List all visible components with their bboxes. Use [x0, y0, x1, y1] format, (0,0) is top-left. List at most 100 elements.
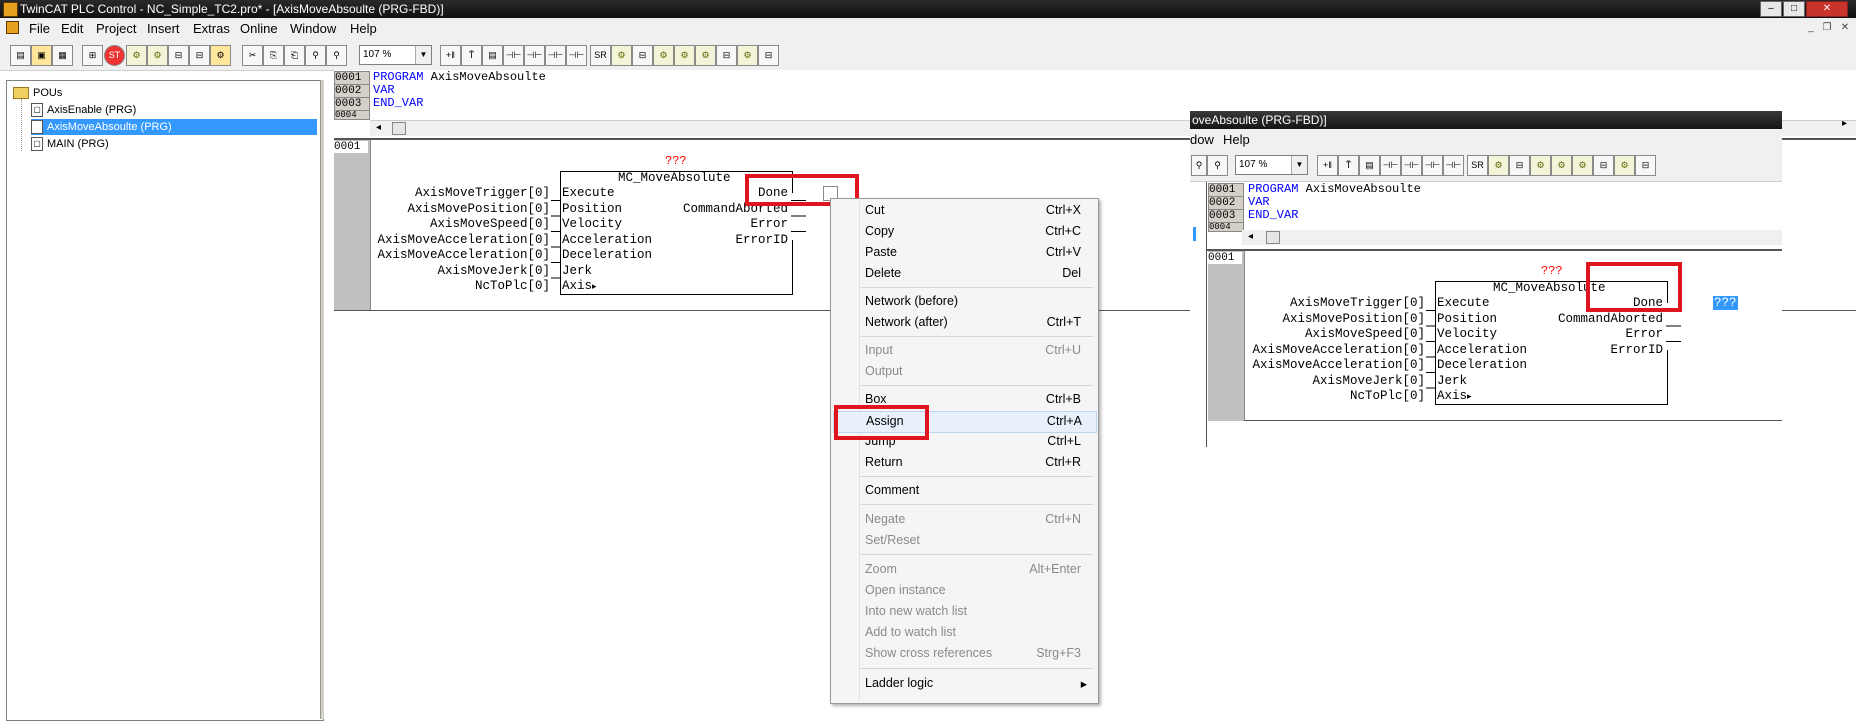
new-file-icon[interactable]: ▤: [10, 45, 31, 66]
menu-help[interactable]: Help: [350, 21, 377, 36]
inset-scroll-right-icon[interactable]: ▸: [1842, 118, 1847, 129]
toolbar-tool-icon[interactable]: ⊟: [758, 45, 779, 66]
instance-name[interactable]: ???: [1541, 264, 1563, 278]
menu-item-network-before[interactable]: Network (before): [833, 292, 1095, 312]
toolbar-tool-icon[interactable]: ⊟: [716, 45, 737, 66]
tree-item-axisenable[interactable]: ▢ AxisEnable (PRG): [31, 102, 317, 118]
toolbar-tool-icon[interactable]: ⚙: [653, 45, 674, 66]
toolbar-tool-icon[interactable]: ⚙: [674, 45, 695, 66]
insert-negated-coil-icon[interactable]: ⊣⊢: [1443, 155, 1464, 176]
save-icon[interactable]: ▦: [52, 45, 73, 66]
menu-item-show-cross-references[interactable]: Show cross references Strg+F3: [833, 644, 1095, 664]
input-var[interactable]: AxisMoveJerk[0]: [1235, 374, 1425, 390]
toolbar-tool-icon[interactable]: ⚙: [737, 45, 758, 66]
menu-window[interactable]: Window: [290, 21, 336, 36]
logout-icon[interactable]: ⚙: [147, 45, 168, 66]
toolbar-tool-icon[interactable]: ⚲: [1207, 155, 1228, 176]
input-var[interactable]: AxisMovePosition[0]: [360, 202, 550, 218]
insert-label-icon[interactable]: T̄: [1338, 155, 1359, 176]
toolbar-tool-icon[interactable]: ⚙: [1530, 155, 1551, 176]
mdi-minimize-button[interactable]: _: [1804, 22, 1818, 35]
stop-icon[interactable]: ST: [104, 45, 125, 66]
menu-project[interactable]: Project: [96, 21, 136, 36]
step-icon[interactable]: ⊟: [189, 45, 210, 66]
assigned-output[interactable]: ???: [1713, 296, 1738, 310]
tree-item-main[interactable]: ▢ MAIN (PRG): [31, 136, 109, 152]
insert-coil-icon[interactable]: ⊣⊢: [1422, 155, 1443, 176]
toolbar-tool-icon[interactable]: ⊟: [1509, 155, 1530, 176]
input-var[interactable]: AxisMoveSpeed[0]: [360, 217, 550, 233]
insert-box-icon[interactable]: ▤: [482, 45, 503, 66]
open-file-icon[interactable]: ▣: [31, 45, 52, 66]
menu-item-return[interactable]: Return Ctrl+R: [833, 453, 1095, 473]
menu-extras[interactable]: Extras: [193, 21, 230, 36]
scroll-thumb[interactable]: [1266, 231, 1280, 244]
insert-negated-coil-icon[interactable]: ⊣⊢: [566, 45, 587, 66]
close-button[interactable]: ✕: [1806, 1, 1848, 17]
toolbar-tool-icon[interactable]: ⊟: [1635, 155, 1656, 176]
toolbar-tool-icon[interactable]: ⊟: [632, 45, 653, 66]
find-next-icon[interactable]: ⚲: [326, 45, 347, 66]
toolbar-tool-icon[interactable]: ⚙: [695, 45, 716, 66]
inset-menu-help[interactable]: Help: [1223, 132, 1250, 147]
zoom-select[interactable]: 107 % ▼: [359, 45, 432, 65]
insert-contact-icon[interactable]: ⊣⊢: [503, 45, 524, 66]
menu-item-copy[interactable]: Copy Ctrl+C: [833, 222, 1095, 242]
chevron-down-icon[interactable]: ▼: [415, 46, 431, 64]
input-var[interactable]: AxisMovePosition[0]: [1235, 312, 1425, 328]
input-var[interactable]: AxisMoveTrigger[0]: [360, 186, 550, 202]
toolbar-tool-icon[interactable]: ⚙: [1488, 155, 1509, 176]
cut-icon[interactable]: ✂: [242, 45, 263, 66]
scroll-thumb[interactable]: [392, 122, 406, 135]
instance-name[interactable]: ???: [665, 154, 687, 168]
login-icon[interactable]: ⚙: [126, 45, 147, 66]
inset-menu-window[interactable]: dow: [1190, 132, 1214, 147]
menu-insert[interactable]: Insert: [147, 21, 180, 36]
inset-scrollbar[interactable]: ◂: [1242, 230, 1782, 245]
paste-icon[interactable]: ⎗: [284, 45, 305, 66]
input-var[interactable]: AxisMoveSpeed[0]: [1235, 327, 1425, 343]
input-var[interactable]: AxisMoveTrigger[0]: [1235, 296, 1425, 312]
toolbar-tool-icon[interactable]: ⊟: [1593, 155, 1614, 176]
menu-item-into-new-watch-list[interactable]: Into new watch list: [833, 602, 1095, 622]
toolbar-tool-icon[interactable]: ⚙: [611, 45, 632, 66]
menu-online[interactable]: Online: [240, 21, 278, 36]
input-var[interactable]: AxisMoveAcceleration[0]: [360, 248, 550, 264]
menu-item-delete[interactable]: Delete Del: [833, 264, 1095, 284]
insert-coil-icon[interactable]: ⊣⊢: [545, 45, 566, 66]
set-reset-icon[interactable]: SR: [590, 45, 611, 66]
menu-item-zoom[interactable]: Zoom Alt+Enter: [833, 560, 1095, 580]
splitter[interactable]: [320, 80, 324, 719]
input-var[interactable]: NcToPlc[0]: [360, 279, 550, 295]
breakpoint-icon[interactable]: ⚙: [210, 45, 231, 66]
inset-zoom-select[interactable]: 107 % ▼: [1235, 155, 1308, 175]
minimize-button[interactable]: –: [1760, 1, 1782, 17]
find-icon[interactable]: ⚲: [305, 45, 326, 66]
menu-item-input[interactable]: Input Ctrl+U: [833, 341, 1095, 361]
input-var[interactable]: AxisMoveAcceleration[0]: [1235, 343, 1425, 359]
run-icon[interactable]: ⊟: [168, 45, 189, 66]
mdi-close-button[interactable]: ✕: [1838, 22, 1852, 35]
menu-item-network-after[interactable]: Network (after) Ctrl+T: [833, 313, 1095, 333]
tree-item-axismoveabsoulte[interactable]: ▢ AxisMoveAbsoulte (PRG): [31, 119, 317, 135]
menu-file[interactable]: File: [29, 21, 50, 36]
menu-item-ladder-logic[interactable]: Ladder logic ▸: [833, 674, 1095, 694]
insert-network-icon[interactable]: +ǁ: [1317, 155, 1338, 176]
copy-icon[interactable]: ⎘: [263, 45, 284, 66]
insert-parallel-contact-icon[interactable]: ⊣⊢: [524, 45, 545, 66]
toolbar-tool-icon[interactable]: ⚲: [1191, 155, 1207, 176]
menu-item-add-to-watch-list[interactable]: Add to watch list: [833, 623, 1095, 643]
menu-item-comment[interactable]: Comment: [833, 481, 1095, 501]
menu-item-output[interactable]: Output: [833, 362, 1095, 382]
input-var[interactable]: AxisMoveAcceleration[0]: [1235, 358, 1425, 374]
compile-icon[interactable]: ⊞: [82, 45, 103, 66]
insert-contact-icon[interactable]: ⊣⊢: [1380, 155, 1401, 176]
scroll-left-icon[interactable]: ◂: [376, 122, 381, 133]
menu-item-cut[interactable]: Cut Ctrl+X: [833, 201, 1095, 221]
menu-item-paste[interactable]: Paste Ctrl+V: [833, 243, 1095, 263]
set-reset-icon[interactable]: SR: [1467, 155, 1488, 176]
toolbar-tool-icon[interactable]: ⚙: [1614, 155, 1635, 176]
menu-edit[interactable]: Edit: [61, 21, 83, 36]
input-var[interactable]: AxisMoveJerk[0]: [360, 264, 550, 280]
insert-network-icon[interactable]: +ǁ: [440, 45, 461, 66]
